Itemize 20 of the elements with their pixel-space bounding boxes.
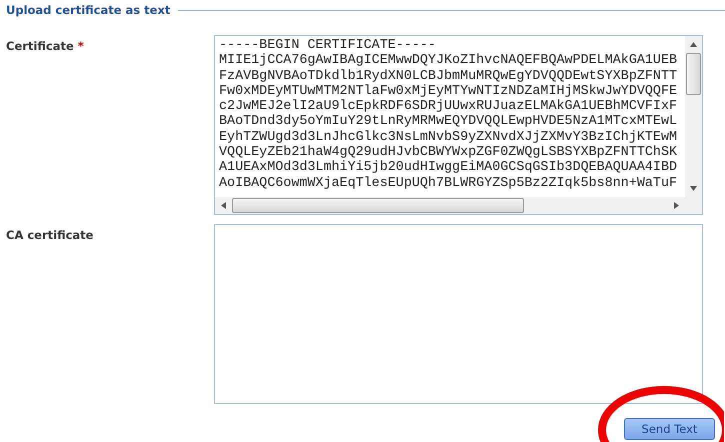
field-label: Certificate * xyxy=(5,38,84,53)
scroll-thumb[interactable] xyxy=(232,198,524,213)
certificate-line: FzAVBgNVBAoTDkdlb1RydXN0LCBJbmMuMRQwEgYDVQQDEwtSYXBpZFNTT xyxy=(219,68,678,84)
scroll-left-icon[interactable] xyxy=(220,202,227,209)
scroll-thumb[interactable] xyxy=(686,53,701,95)
send-button[interactable]: Send Text xyxy=(624,418,715,440)
certificate-line: AoIBAQC6owmWXjaEqTlesEUpUQh7BLWRGYZSp5Bz2ZIqk5bs8nn+WaTuF xyxy=(219,176,678,191)
certificate-line: BAoTDnd3dy5oYmIuY29tLnRyMRMwEQYDVQQLEwpHVDE5NzA1MTcxMTEwL xyxy=(219,114,678,130)
certificate-line: c2JwMEJ2elI2aU9lcEpkRDF6SDRjUUwxRUJuazELMAkGA1UEBhMCVFIxF xyxy=(219,99,678,114)
scroll-up-icon[interactable] xyxy=(690,41,697,48)
certificate-line: Fw0xMDEyMTUwMTM2NTlaFw0xMjEyMTYwNTIzNDZaMIHjMSkwJwYDVQQFE xyxy=(219,84,678,99)
scroll-right-icon[interactable] xyxy=(673,202,680,209)
section-title: Upload certificate as text xyxy=(6,3,170,17)
certificate-line: EyhTZWUgd3d3LnJhcGlkc3NsLmNvbS9yZXNvdXJjZXMvY3BzIChjKTEwM xyxy=(219,130,678,145)
certificate-line: MIIE1jCCA76gAwIBAgICEMwwDQYJKoZIhvcNAQEFBQAwPDELMAkGA1UEB xyxy=(219,53,678,69)
scroll-down-icon[interactable] xyxy=(690,185,697,192)
certificate-line: A1UEAxMOd3d3LmhiYi5jb20udHIwggEiMA0GCSqGSIb3DQEBAQUAA4IBD xyxy=(219,160,678,176)
certificate-line: VQQLEyZEb21haW4gQ29udHJvbCBWYWxpZGF0ZWQgLSBSYXBpZFNTTChSK xyxy=(219,145,678,160)
certificate-line: -----BEGIN CERTIFICATE----- xyxy=(219,38,437,53)
field-label: CA certificate xyxy=(5,227,94,242)
